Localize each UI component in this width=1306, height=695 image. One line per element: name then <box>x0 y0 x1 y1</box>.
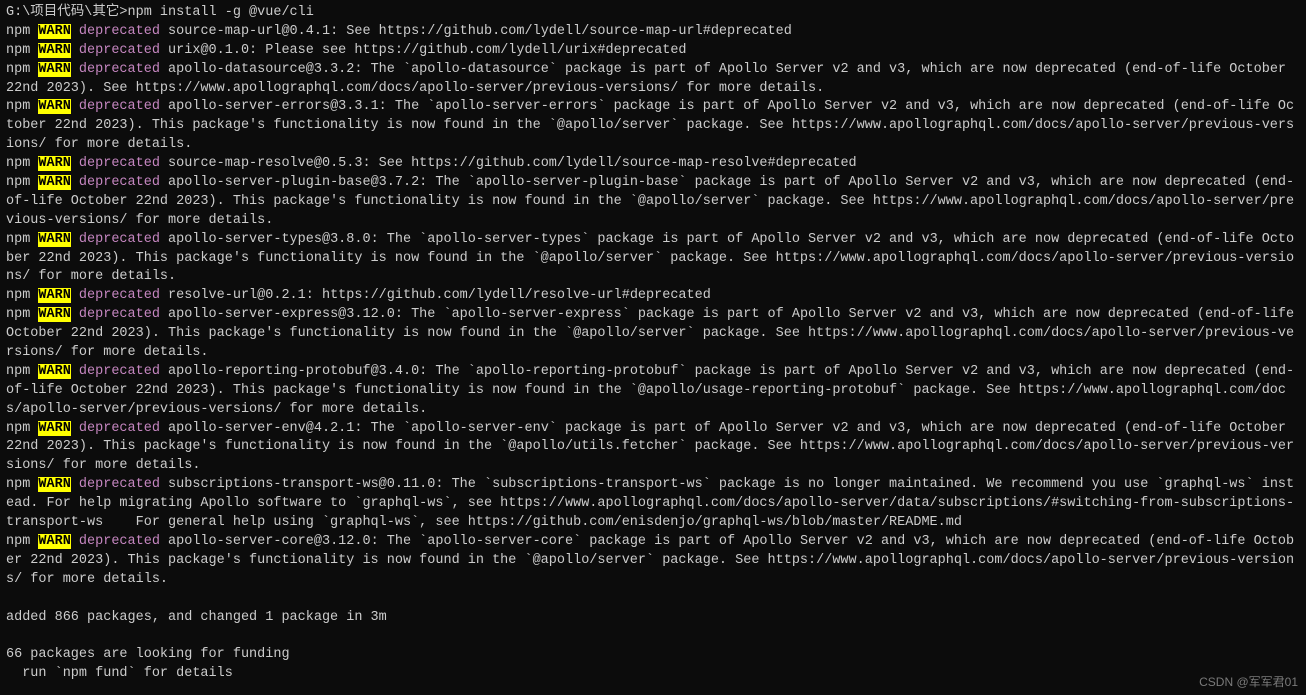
summary-funding: 66 packages are looking for funding <box>6 646 1300 665</box>
warn-badge: WARN <box>38 156 70 171</box>
log-line: npm WARN deprecated apollo-reporting-pro… <box>6 363 1300 420</box>
command-text: npm install -g @vue/cli <box>128 5 314 20</box>
watermark: CSDN @军军君01 <box>1199 674 1298 691</box>
warn-badge: WARN <box>38 534 70 549</box>
log-message: apollo-server-plugin-base@3.7.2: The `ap… <box>6 175 1294 228</box>
npm-prefix: npm <box>6 364 38 379</box>
npm-prefix: npm <box>6 62 38 77</box>
deprecated-tag: deprecated <box>79 421 160 436</box>
log-line: npm WARN deprecated apollo-server-expres… <box>6 306 1300 363</box>
npm-prefix: npm <box>6 24 38 39</box>
log-message: apollo-datasource@3.3.2: The `apollo-dat… <box>6 62 1294 96</box>
deprecated-tag: deprecated <box>79 232 160 247</box>
summary-funding-cmd: run `npm fund` for details <box>6 665 1300 684</box>
log-line: npm WARN deprecated apollo-server-types@… <box>6 231 1300 288</box>
log-line: npm WARN deprecated source-map-resolve@0… <box>6 155 1300 174</box>
warn-badge: WARN <box>38 477 70 492</box>
warn-badge: WARN <box>38 307 70 322</box>
deprecated-tag: deprecated <box>79 534 160 549</box>
log-line: npm WARN deprecated apollo-server-env@4.… <box>6 420 1300 477</box>
log-message: apollo-server-env@4.2.1: The `apollo-ser… <box>6 421 1294 474</box>
deprecated-tag: deprecated <box>79 24 160 39</box>
npm-prefix: npm <box>6 307 38 322</box>
warn-badge: WARN <box>38 175 70 190</box>
deprecated-tag: deprecated <box>79 43 160 58</box>
log-message: apollo-reporting-protobuf@3.4.0: The `ap… <box>6 364 1294 417</box>
deprecated-tag: deprecated <box>79 99 160 114</box>
warn-badge: WARN <box>38 62 70 77</box>
npm-prefix: npm <box>6 477 38 492</box>
prompt-path: G:\项目代码\其它> <box>6 5 128 20</box>
npm-prefix: npm <box>6 232 38 247</box>
log-message: apollo-server-express@3.12.0: The `apoll… <box>6 307 1302 360</box>
log-message: urix@0.1.0: Please see https://github.co… <box>160 43 687 58</box>
log-line: npm WARN deprecated apollo-server-errors… <box>6 98 1300 155</box>
warn-badge: WARN <box>38 288 70 303</box>
deprecated-tag: deprecated <box>79 364 160 379</box>
deprecated-tag: deprecated <box>79 175 160 190</box>
warn-badge: WARN <box>38 24 70 39</box>
terminal-output[interactable]: G:\项目代码\其它>npm install -g @vue/clinpm WA… <box>6 4 1300 684</box>
log-message: apollo-server-core@3.12.0: The `apollo-s… <box>6 534 1294 587</box>
log-line: npm WARN deprecated resolve-url@0.2.1: h… <box>6 287 1300 306</box>
log-message: apollo-server-types@3.8.0: The `apollo-s… <box>6 232 1294 285</box>
warn-badge: WARN <box>38 232 70 247</box>
summary-added: added 866 packages, and changed 1 packag… <box>6 609 1300 628</box>
warn-badge: WARN <box>38 421 70 436</box>
deprecated-tag: deprecated <box>79 307 160 322</box>
log-line: npm WARN deprecated urix@0.1.0: Please s… <box>6 42 1300 61</box>
log-message: source-map-resolve@0.5.3: See https://gi… <box>160 156 857 171</box>
log-line: npm WARN deprecated apollo-datasource@3.… <box>6 61 1300 99</box>
npm-prefix: npm <box>6 288 38 303</box>
npm-prefix: npm <box>6 421 38 436</box>
log-message: resolve-url@0.2.1: https://github.com/ly… <box>160 288 711 303</box>
npm-prefix: npm <box>6 43 38 58</box>
deprecated-tag: deprecated <box>79 156 160 171</box>
deprecated-tag: deprecated <box>79 62 160 77</box>
deprecated-tag: deprecated <box>79 477 160 492</box>
log-line: npm WARN deprecated apollo-server-plugin… <box>6 174 1300 231</box>
warn-badge: WARN <box>38 43 70 58</box>
warn-badge: WARN <box>38 99 70 114</box>
log-line: npm WARN deprecated apollo-server-core@3… <box>6 533 1300 590</box>
deprecated-tag: deprecated <box>79 288 160 303</box>
prompt-line: G:\项目代码\其它>npm install -g @vue/cli <box>6 4 1300 23</box>
log-line: npm WARN deprecated source-map-url@0.4.1… <box>6 23 1300 42</box>
log-message: subscriptions-transport-ws@0.11.0: The `… <box>6 477 1294 530</box>
npm-prefix: npm <box>6 156 38 171</box>
log-line: npm WARN deprecated subscriptions-transp… <box>6 476 1300 533</box>
log-message: source-map-url@0.4.1: See https://github… <box>160 24 792 39</box>
npm-prefix: npm <box>6 175 38 190</box>
warn-badge: WARN <box>38 364 70 379</box>
log-message: apollo-server-errors@3.3.1: The `apollo-… <box>6 99 1294 152</box>
npm-prefix: npm <box>6 534 38 549</box>
npm-prefix: npm <box>6 99 38 114</box>
